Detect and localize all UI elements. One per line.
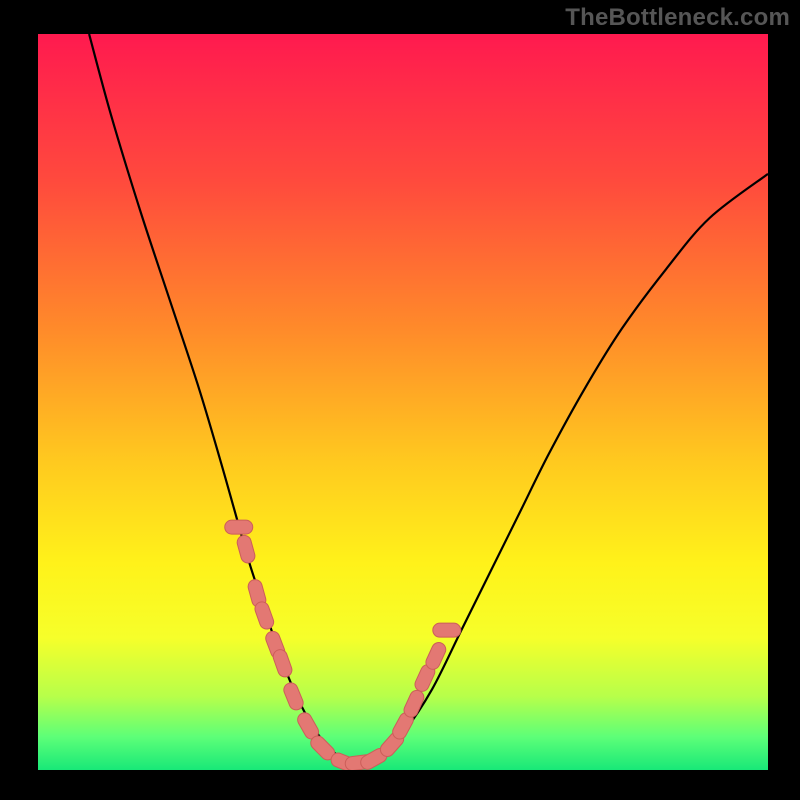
watermark-text: TheBottleneck.com <box>565 4 790 32</box>
chart-frame: TheBottleneck.com <box>0 0 800 800</box>
marker <box>433 623 461 637</box>
marker <box>225 520 253 534</box>
plot-background <box>38 34 768 770</box>
bottleneck-chart <box>0 0 800 800</box>
